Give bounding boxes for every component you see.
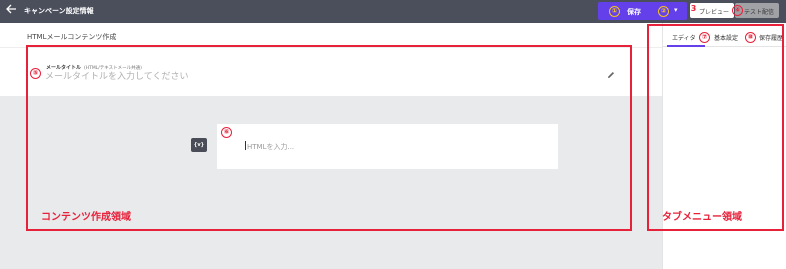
content-page-title: HTMLメールコンテンツ作成 <box>27 33 117 41</box>
content-area-annotation-label: コンテンツ作成領域 <box>41 212 131 223</box>
annotation-number-4: ④ <box>732 5 743 16</box>
tab-area-annotation-box <box>647 24 784 231</box>
annotation-number-8: ⑧ <box>745 32 756 43</box>
page-header-title: キャンペーン設定情報 <box>24 7 94 15</box>
annotation-number-6: ⑥ <box>221 127 232 138</box>
chevron-down-icon[interactable]: ▾ <box>674 6 678 14</box>
back-arrow-icon[interactable] <box>5 3 19 17</box>
tab-area-annotation-label: タブメニュー領域 <box>662 212 742 223</box>
annotation-number-1: ① <box>609 6 620 17</box>
annotation-number-5: ⑤ <box>30 68 41 79</box>
content-area-annotation-box <box>26 45 632 231</box>
test-send-button-label: テスト配信 <box>744 9 775 16</box>
annotation-number-2: ② <box>658 6 669 17</box>
annotation-number-7: ⑦ <box>699 32 710 43</box>
save-button-label: 保存 <box>627 8 641 16</box>
annotation-number-3: 3 <box>690 4 697 13</box>
preview-button-label: プレビュー <box>699 9 730 16</box>
